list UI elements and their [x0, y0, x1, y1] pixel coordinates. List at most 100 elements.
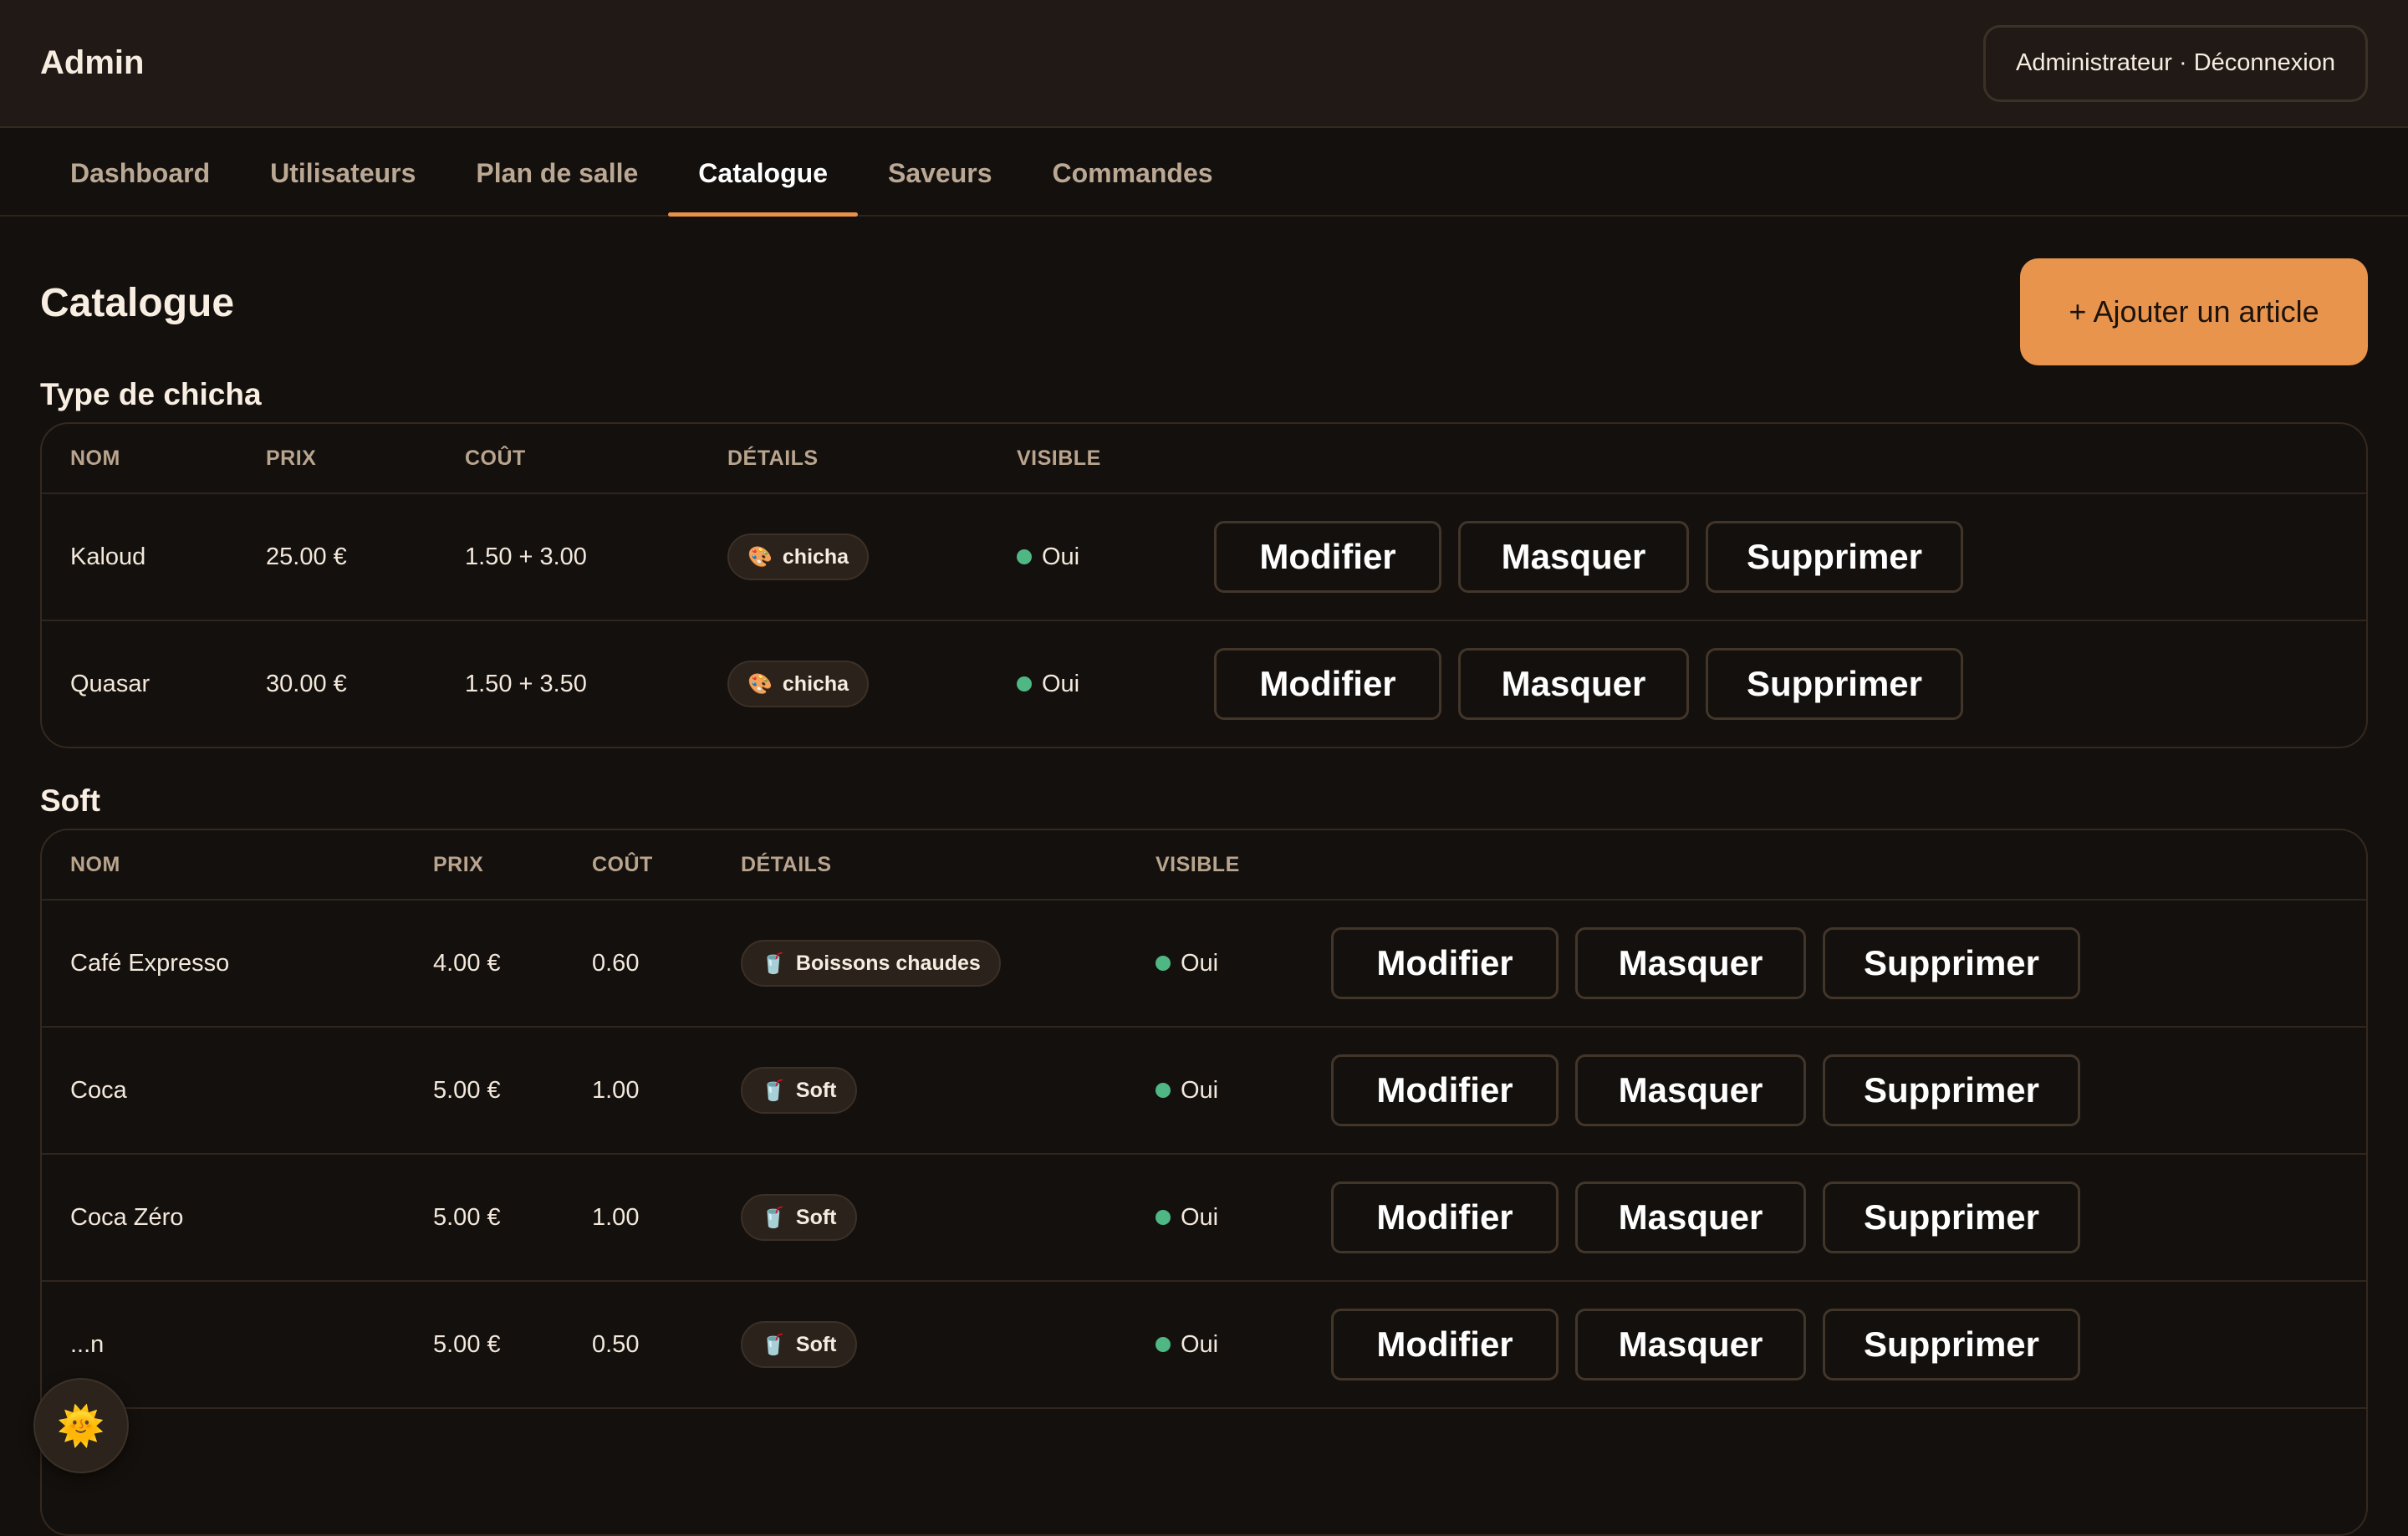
visible-label: Oui — [1042, 543, 1080, 570]
item-cost: 0.60 — [592, 949, 640, 977]
status-dot-icon — [1156, 1337, 1171, 1352]
masquer-button[interactable]: Masquer — [1458, 521, 1689, 593]
item-details: 🎨 chicha — [727, 661, 1017, 707]
category-label: Boissons chaudes — [795, 951, 981, 975]
row-actions: Modifier Masquer Supprimer — [1331, 1054, 2080, 1126]
section-title-soft: Soft — [40, 783, 100, 818]
tab-plan-de-salle[interactable]: Plan de salle — [446, 131, 668, 215]
tab-utilisateurs[interactable]: Utilisateurs — [240, 131, 446, 215]
item-details: 🥤 Soft — [741, 1321, 1156, 1368]
category-badge: 🎨 chicha — [727, 661, 870, 707]
col-header-prix: PRIX — [266, 446, 317, 470]
palette-icon: 🎨 — [747, 545, 773, 569]
item-price: 5.00 € — [433, 1330, 501, 1358]
col-header-nom: NOM — [70, 446, 120, 470]
item-price: 5.00 € — [433, 1076, 501, 1104]
modifier-button[interactable]: Modifier — [1331, 1181, 1559, 1253]
masquer-button[interactable]: Masquer — [1575, 1181, 1806, 1253]
item-visible: Oui — [1017, 543, 1214, 571]
status-dot-icon — [1156, 956, 1171, 971]
item-cost: 1.00 — [592, 1076, 640, 1104]
table-header-row: NOM PRIX COÛT DÉTAILS VISIBLE — [42, 830, 2366, 899]
status-dot-icon — [1017, 549, 1032, 564]
item-visible: Oui — [1017, 671, 1214, 698]
table-row: ...n 5.00 € 0.50 🥤 Soft Oui Modifier Mas… — [42, 1280, 2366, 1407]
item-details: 🥤 Boissons chaudes — [741, 940, 1156, 987]
supprimer-button[interactable]: Supprimer — [1823, 1309, 2080, 1380]
category-badge: 🥤 Soft — [741, 1194, 857, 1241]
page-header: Catalogue + Ajouter un article — [40, 217, 2368, 367]
category-badge: 🥤 Soft — [741, 1067, 857, 1114]
app-title: Admin — [40, 44, 145, 81]
item-cost: 1.50 + 3.50 — [465, 670, 587, 697]
row-actions: Modifier Masquer Supprimer — [1214, 648, 1963, 720]
table-row — [42, 1407, 2366, 1534]
item-name: Café Expresso — [70, 949, 230, 977]
catalogue-table-soft: NOM PRIX COÛT DÉTAILS VISIBLE Café Expre… — [40, 829, 2368, 1536]
item-cost: 1.50 + 3.00 — [465, 543, 587, 570]
cup-icon: 🥤 — [761, 1206, 786, 1229]
masquer-button[interactable]: Masquer — [1575, 1309, 1806, 1380]
modifier-button[interactable]: Modifier — [1331, 1309, 1559, 1380]
category-label: Soft — [795, 1078, 837, 1102]
item-price: 25.00 € — [266, 543, 347, 570]
item-details: 🥤 Soft — [741, 1067, 1156, 1114]
category-label: Soft — [795, 1205, 837, 1229]
col-header-prix: PRIX — [433, 852, 484, 876]
modifier-button[interactable]: Modifier — [1331, 1054, 1559, 1126]
palette-icon: 🎨 — [747, 672, 773, 696]
item-details: 🥤 Soft — [741, 1194, 1156, 1241]
main-content: Catalogue + Ajouter un article Type de c… — [0, 217, 2408, 1536]
category-badge: 🥤 Soft — [741, 1321, 857, 1368]
user-menu-button[interactable]: Administrateur · Déconnexion — [1982, 24, 2368, 102]
supprimer-button[interactable]: Supprimer — [1823, 1181, 2080, 1253]
masquer-button[interactable]: Masquer — [1575, 927, 1806, 999]
category-label: Soft — [795, 1332, 837, 1356]
page-title: Catalogue — [40, 281, 235, 325]
category-badge: 🥤 Boissons chaudes — [741, 940, 1001, 987]
add-article-button[interactable]: + Ajouter un article — [2020, 258, 2368, 365]
modifier-button[interactable]: Modifier — [1331, 927, 1559, 999]
masquer-button[interactable]: Masquer — [1575, 1054, 1806, 1126]
masquer-button[interactable]: Masquer — [1458, 648, 1689, 720]
status-dot-icon — [1017, 676, 1032, 691]
item-cost: 1.00 — [592, 1203, 640, 1231]
modifier-button[interactable]: Modifier — [1214, 648, 1441, 720]
row-actions: Modifier Masquer Supprimer — [1331, 1181, 2080, 1253]
status-dot-icon — [1156, 1083, 1171, 1098]
col-header-cout: COÛT — [592, 852, 653, 876]
theme-toggle-button[interactable]: 🌞 — [33, 1378, 129, 1473]
tab-catalogue[interactable]: Catalogue — [668, 131, 858, 217]
tab-bar: Dashboard Utilisateurs Plan de salle Cat… — [0, 128, 2408, 217]
item-name: Quasar — [70, 670, 150, 697]
catalogue-table-chicha: NOM PRIX COÛT DÉTAILS VISIBLE Kaloud 25.… — [40, 422, 2368, 748]
col-header-visible: VISIBLE — [1017, 446, 1101, 470]
supprimer-button[interactable]: Supprimer — [1706, 648, 1963, 720]
tab-saveurs[interactable]: Saveurs — [858, 131, 1023, 215]
item-price: 4.00 € — [433, 949, 501, 977]
supprimer-button[interactable]: Supprimer — [1823, 1054, 2080, 1126]
item-visible: Oui — [1156, 950, 1331, 977]
category-label: chicha — [782, 671, 849, 696]
table-row: Coca 5.00 € 1.00 🥤 Soft Oui Modifier Mas… — [42, 1026, 2366, 1153]
col-header-nom: NOM — [70, 852, 120, 876]
visible-label: Oui — [1181, 949, 1219, 977]
table-row: Kaloud 25.00 € 1.50 + 3.00 🎨 chicha Oui … — [42, 492, 2366, 620]
tab-commandes[interactable]: Commandes — [1023, 131, 1243, 215]
row-actions: Modifier Masquer Supprimer — [1331, 1309, 2080, 1380]
table-row: Café Expresso 4.00 € 0.60 🥤 Boissons cha… — [42, 899, 2366, 1026]
supprimer-button[interactable]: Supprimer — [1706, 521, 1963, 593]
tab-dashboard[interactable]: Dashboard — [40, 131, 240, 215]
item-price: 5.00 € — [433, 1203, 501, 1231]
supprimer-button[interactable]: Supprimer — [1823, 927, 2080, 999]
col-header-details: DÉTAILS — [727, 446, 819, 470]
category-badge: 🎨 chicha — [727, 533, 870, 580]
category-label: chicha — [782, 544, 849, 569]
item-visible: Oui — [1156, 1077, 1331, 1105]
table-row: Quasar 30.00 € 1.50 + 3.50 🎨 chicha Oui … — [42, 620, 2366, 747]
col-header-cout: COÛT — [465, 446, 526, 470]
modifier-button[interactable]: Modifier — [1214, 521, 1441, 593]
item-price: 30.00 € — [266, 670, 347, 697]
visible-label: Oui — [1181, 1330, 1219, 1358]
col-header-visible: VISIBLE — [1156, 852, 1240, 876]
